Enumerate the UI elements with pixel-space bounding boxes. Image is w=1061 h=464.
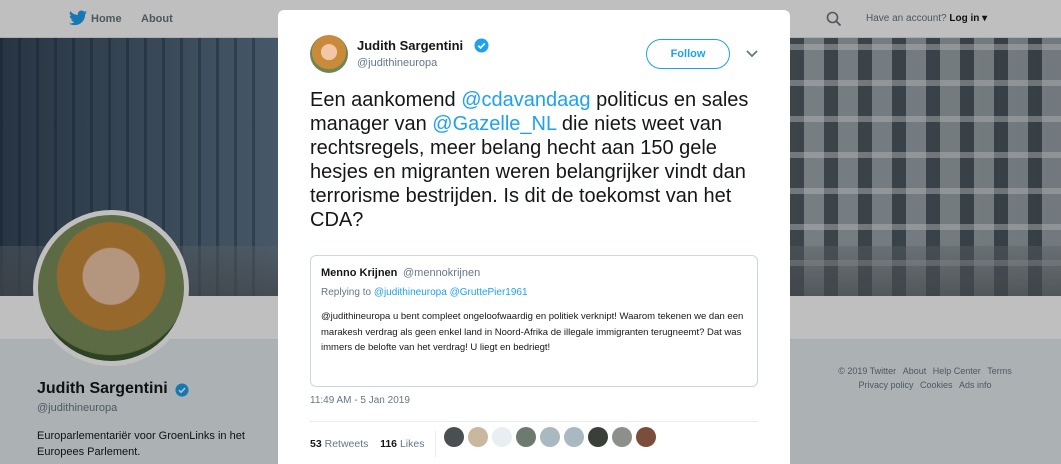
retweets-label: Retweets <box>324 437 369 450</box>
quoted-tweet-text: @judithineuropa u bent compleet ongeloof… <box>321 311 744 353</box>
retweets-stat[interactable]: 53 Retweets <box>310 438 368 450</box>
tweet-stats: 53 Retweets 116 Likes <box>310 431 437 457</box>
quoted-author-name: Menno Krijnen <box>321 267 398 279</box>
liker-avatar[interactable] <box>444 427 464 447</box>
liker-avatar[interactable] <box>492 427 512 447</box>
divider <box>310 421 758 422</box>
follow-button[interactable]: Follow <box>646 39 730 69</box>
tweet-text-segment: Een aankomend <box>310 89 462 111</box>
mention-link[interactable]: @cdavandaag <box>461 89 590 111</box>
likes-label: Likes <box>399 437 425 450</box>
liker-avatar[interactable] <box>636 427 656 447</box>
tweet-author-avatar[interactable] <box>310 35 348 73</box>
verified-badge-icon <box>474 38 489 53</box>
liker-avatar[interactable] <box>468 427 488 447</box>
chevron-down-icon[interactable] <box>746 50 758 58</box>
likes-count: 116 <box>380 437 398 450</box>
replying-to: Replying to @judithineuropa @GruttePier1… <box>321 287 528 298</box>
liker-avatar[interactable] <box>540 427 560 447</box>
mention-link[interactable]: @Gazelle_NL <box>432 113 556 135</box>
replying-to-handles: @judithineuropa @GruttePier1961 <box>373 287 528 298</box>
tweet-timestamp[interactable]: 11:49 AM - 5 Jan 2019 <box>310 395 410 406</box>
quoted-author-handle: @mennokrijnen <box>403 267 481 279</box>
retweets-count: 53 <box>310 437 322 450</box>
liker-avatar[interactable] <box>612 427 632 447</box>
liker-avatar[interactable] <box>516 427 536 447</box>
quoted-tweet[interactable]: Menno Krijnen @mennokrijnen Replying to … <box>310 255 758 387</box>
replying-to-prefix: Replying to <box>321 287 372 298</box>
likes-stat[interactable]: 116 Likes <box>380 438 424 450</box>
tweet-text: Een aankomend @cdavandaag politicus en s… <box>310 88 760 232</box>
likers-avatars <box>444 427 656 447</box>
stats-separator <box>435 431 437 457</box>
liker-avatar[interactable] <box>588 427 608 447</box>
liker-avatar[interactable] <box>564 427 584 447</box>
tweet-modal: Judith Sargentini @judithineuropa Follow… <box>278 10 790 464</box>
tweet-author-handle[interactable]: @judithineuropa <box>357 57 437 69</box>
tweet-author-name[interactable]: Judith Sargentini <box>357 38 463 53</box>
